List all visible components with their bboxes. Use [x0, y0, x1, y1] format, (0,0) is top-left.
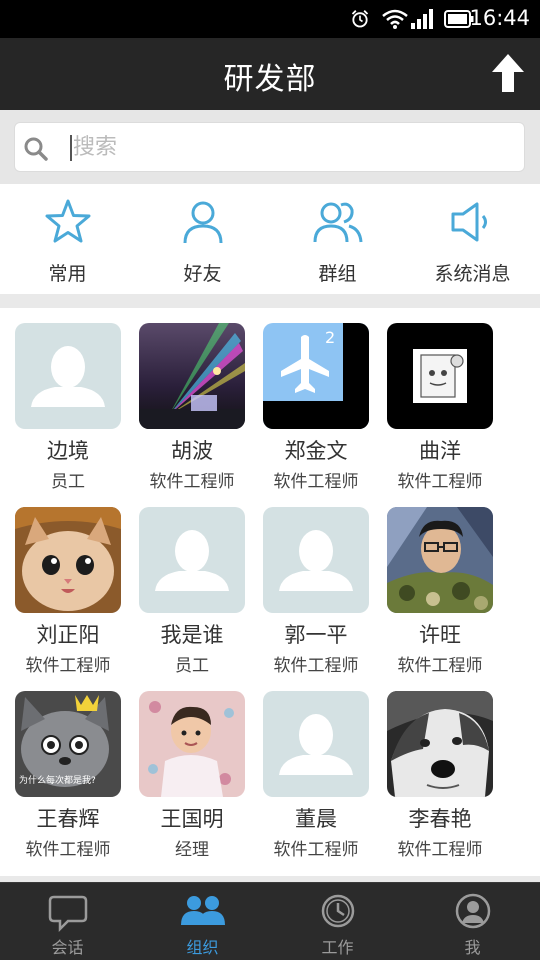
member-role: 软件工程师 — [273, 656, 359, 676]
member-name: 李春艳 — [408, 807, 472, 831]
alarm-icon — [351, 10, 369, 28]
member-card[interactable]: 为什么每次都是我? 王春辉 软件工程师 — [15, 691, 139, 875]
airplane-avatar: 2 — [263, 323, 369, 429]
member-card[interactable]: 董晨 软件工程师 — [263, 691, 387, 875]
member-card[interactable]: 王国明 经理 — [139, 691, 263, 875]
husky-photo — [387, 691, 493, 797]
tab-label: 工作 — [321, 938, 354, 957]
member-role: 员工 — [51, 472, 85, 492]
member-role: 软件工程师 — [397, 840, 483, 860]
member-card[interactable]: 曲洋 软件工程师 — [387, 323, 511, 507]
member-name: 曲洋 — [419, 439, 461, 463]
quick-action-friends[interactable]: 好友 — [135, 184, 270, 294]
quick-action-label: 好友 — [183, 263, 222, 285]
person-icon — [183, 201, 222, 244]
member-name: 王国明 — [160, 807, 224, 831]
member-role: 软件工程师 — [273, 472, 359, 492]
default-avatar — [263, 691, 369, 797]
member-name: 胡波 — [171, 439, 213, 463]
member-card[interactable]: 许旺 软件工程师 — [387, 507, 511, 691]
member-role: 软件工程师 — [397, 472, 483, 492]
cartoon-wolf: 为什么每次都是我? — [15, 691, 121, 797]
member-name: 刘正阳 — [36, 623, 100, 647]
star-icon — [45, 199, 90, 243]
organization-icon — [180, 896, 225, 925]
member-card[interactable]: 刘正阳 软件工程师 — [15, 507, 139, 691]
user-icon — [455, 893, 490, 929]
quick-action-system-messages[interactable]: 系统消息 — [405, 184, 540, 294]
search-icon — [24, 137, 48, 161]
clock-icon — [321, 894, 354, 928]
member-name: 边境 — [47, 439, 89, 463]
speaker-icon — [451, 202, 487, 242]
page-title: 研发部 — [223, 62, 317, 97]
default-avatar — [15, 323, 121, 429]
group-icon — [313, 202, 362, 243]
search-input[interactable] — [73, 129, 503, 165]
member-name: 郭一平 — [284, 623, 348, 647]
member-card[interactable]: 郭一平 软件工程师 — [263, 507, 387, 691]
tab-work[interactable]: 工作 — [270, 883, 405, 960]
member-grid: 边境 员工 胡波 软件工程师 2 郑金文 软件工程师 曲洋 软件工程师 刘正阳 … — [0, 308, 540, 876]
member-name: 许旺 — [419, 623, 461, 647]
member-role: 软件工程师 — [397, 656, 483, 676]
kitten-photo — [15, 507, 121, 613]
chat-bubble-icon — [48, 895, 87, 933]
member-role: 软件工程师 — [25, 840, 111, 860]
member-card[interactable]: 李春艳 软件工程师 — [387, 691, 511, 875]
member-card[interactable]: 我是谁 员工 — [139, 507, 263, 691]
baby-photo — [139, 691, 245, 797]
tab-conversations[interactable]: 会话 — [0, 883, 135, 960]
member-role: 软件工程师 — [273, 840, 359, 860]
search-section — [0, 110, 540, 184]
bottom-tab-bar: 会话 组织 工作 我 — [0, 882, 540, 960]
night-lights-photo — [139, 323, 245, 429]
status-time: 16:44 — [469, 6, 530, 30]
quick-action-label: 群组 — [318, 263, 357, 285]
member-card[interactable]: 2 郑金文 软件工程师 — [263, 323, 387, 507]
member-name: 王春辉 — [36, 807, 100, 831]
status-bar: 16:44 — [0, 0, 540, 38]
member-card[interactable]: 胡波 软件工程师 — [139, 323, 263, 507]
member-role: 软件工程师 — [25, 656, 111, 676]
tab-label: 会话 — [51, 938, 84, 957]
tab-organization[interactable]: 组织 — [135, 883, 270, 960]
member-name: 我是谁 — [160, 623, 224, 647]
member-name: 董晨 — [295, 807, 337, 831]
quick-actions-bar: 常用 好友 群组 系统消息 — [0, 184, 540, 294]
search-box[interactable] — [14, 122, 525, 172]
avatar-caption: 为什么每次都是我? — [19, 774, 96, 786]
tab-label: 组织 — [186, 938, 219, 957]
default-avatar — [263, 507, 369, 613]
tab-label: 我 — [464, 938, 481, 957]
upload-arrow-icon[interactable] — [490, 52, 526, 94]
paper-roll-meme — [387, 323, 493, 429]
quick-action-label: 系统消息 — [434, 263, 511, 285]
member-role: 员工 — [175, 656, 209, 676]
member-role: 软件工程师 — [149, 472, 235, 492]
text-cursor — [70, 135, 72, 161]
airplane-badge: 2 — [325, 328, 335, 347]
header-bar: 研发部 — [0, 38, 540, 110]
quick-action-groups[interactable]: 群组 — [270, 184, 405, 294]
member-card[interactable]: 边境 员工 — [15, 323, 139, 507]
quick-action-favorites[interactable]: 常用 — [0, 184, 135, 294]
quick-action-label: 常用 — [48, 263, 87, 285]
signal-icon — [411, 9, 433, 29]
wifi-icon — [382, 9, 408, 29]
tab-me[interactable]: 我 — [405, 883, 540, 960]
member-role: 经理 — [175, 840, 209, 860]
member-name: 郑金文 — [284, 439, 348, 463]
man-camouflage-photo — [387, 507, 493, 613]
default-avatar — [139, 507, 245, 613]
